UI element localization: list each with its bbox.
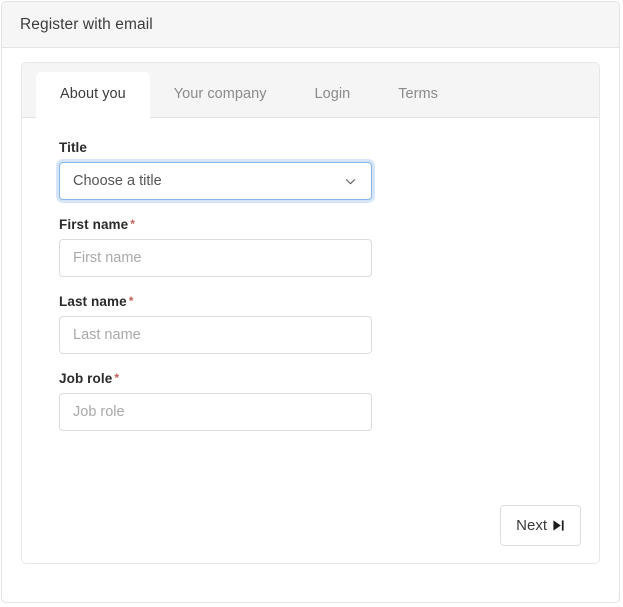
skip-forward-icon	[552, 519, 565, 532]
last-name-label: Last name *	[59, 294, 562, 309]
tab-about-you[interactable]: About you	[36, 72, 150, 118]
tab-terms-label: Terms	[398, 86, 438, 102]
tab-your-company-label: Your company	[173, 86, 267, 102]
required-indicator: *	[130, 217, 136, 231]
next-button[interactable]: Next	[500, 505, 581, 546]
required-indicator: *	[114, 371, 120, 385]
tab-your-company[interactable]: Your company	[150, 72, 291, 117]
first-name-label: First name *	[59, 217, 562, 232]
tab-login[interactable]: Login	[291, 72, 375, 117]
first-name-label-text: First name	[59, 217, 129, 232]
registration-card: About you Your company Login Terms Title	[21, 62, 600, 564]
chevron-down-icon	[345, 176, 356, 187]
tab-bar: About you Your company Login Terms	[22, 63, 599, 118]
first-name-input[interactable]	[59, 239, 372, 277]
job-role-label: Job role *	[59, 371, 562, 386]
last-name-label-text: Last name	[59, 294, 127, 309]
job-role-input[interactable]	[59, 393, 372, 431]
title-select-value: Choose a title	[73, 173, 162, 189]
window-header: Register with email	[2, 2, 619, 48]
tab-about-you-label: About you	[60, 86, 126, 102]
next-button-label: Next	[516, 517, 547, 534]
field-last-name: Last name *	[59, 294, 562, 354]
tab-terms[interactable]: Terms	[374, 72, 462, 117]
register-window: Register with email About you Your compa…	[1, 1, 620, 603]
page-title: Register with email	[20, 15, 153, 33]
required-indicator: *	[128, 294, 134, 308]
field-first-name: First name *	[59, 217, 562, 277]
job-role-label-text: Job role	[59, 371, 113, 386]
field-job-role: Job role *	[59, 371, 562, 431]
title-label-text: Title	[59, 140, 88, 155]
last-name-input[interactable]	[59, 316, 372, 354]
title-label: Title	[59, 140, 562, 155]
window-body: About you Your company Login Terms Title	[2, 48, 619, 578]
field-title: Title Choose a title	[59, 140, 562, 200]
title-select-wrapper: Choose a title	[59, 162, 372, 200]
about-you-form: Title Choose a title First name * First …	[22, 118, 599, 431]
title-select[interactable]: Choose a title	[59, 162, 372, 200]
card-footer: Next	[500, 505, 581, 546]
tab-login-label: Login	[314, 86, 351, 102]
